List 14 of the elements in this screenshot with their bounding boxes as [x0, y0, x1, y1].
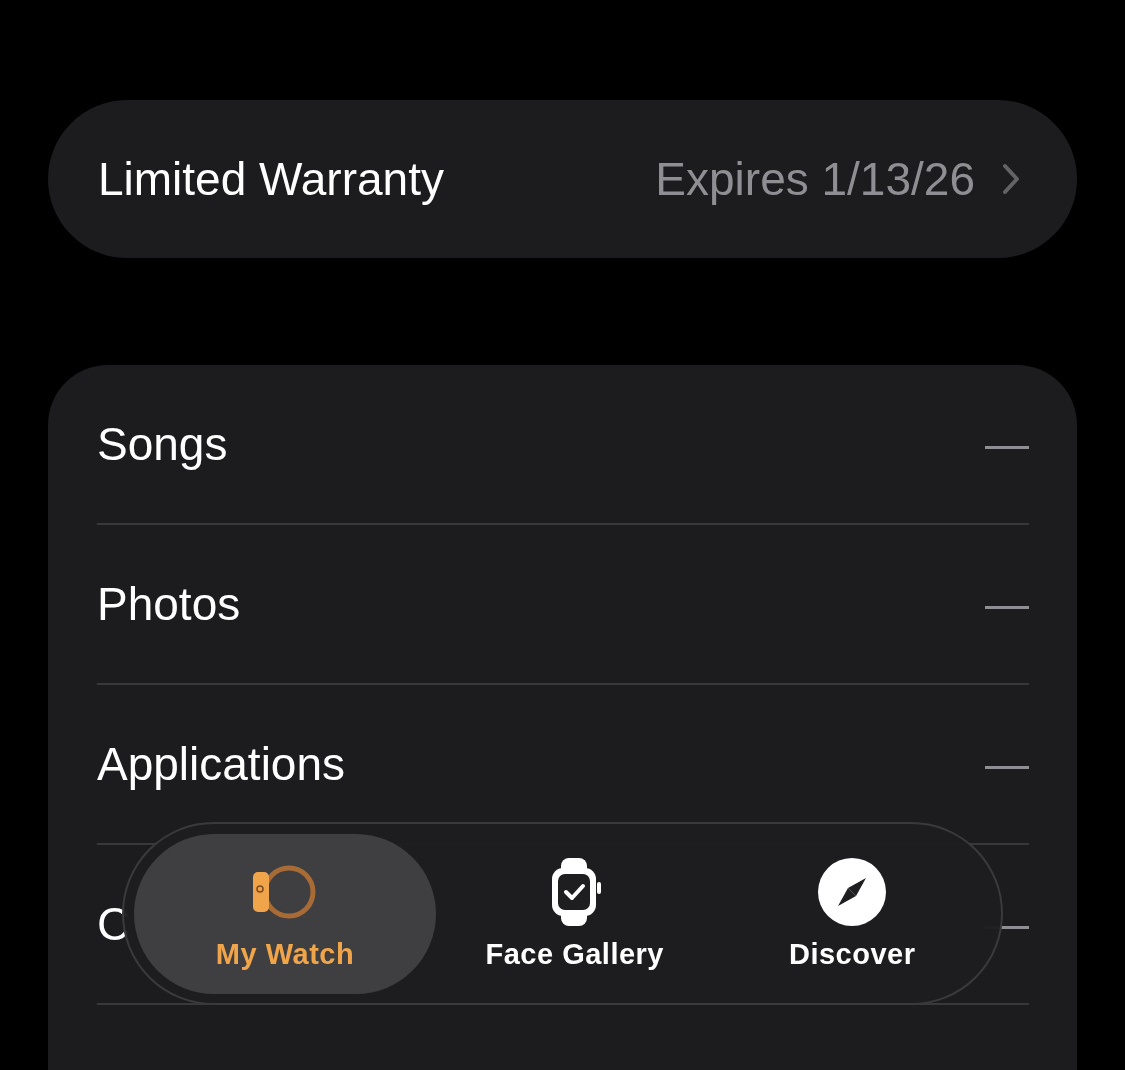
row-value: —	[985, 419, 1029, 469]
tab[interactable]: Discover	[713, 833, 991, 994]
warranty-label: Limited Warranty	[98, 152, 445, 206]
tab[interactable]: Face Gallery	[436, 833, 714, 994]
warranty-expiry: Expires 1/13/26	[655, 152, 975, 206]
compass-icon	[816, 856, 889, 928]
tab[interactable]: My Watch	[134, 833, 436, 994]
row-label: Photos	[97, 577, 242, 631]
row-value: —	[985, 579, 1029, 629]
row-value: —	[985, 739, 1029, 789]
row-label: Applications	[97, 737, 347, 791]
chevron-icon	[1001, 163, 1021, 195]
warranty-row[interactable]: Limited Warranty Expires 1/13/26	[48, 100, 1077, 258]
row-label: Songs	[97, 417, 229, 471]
